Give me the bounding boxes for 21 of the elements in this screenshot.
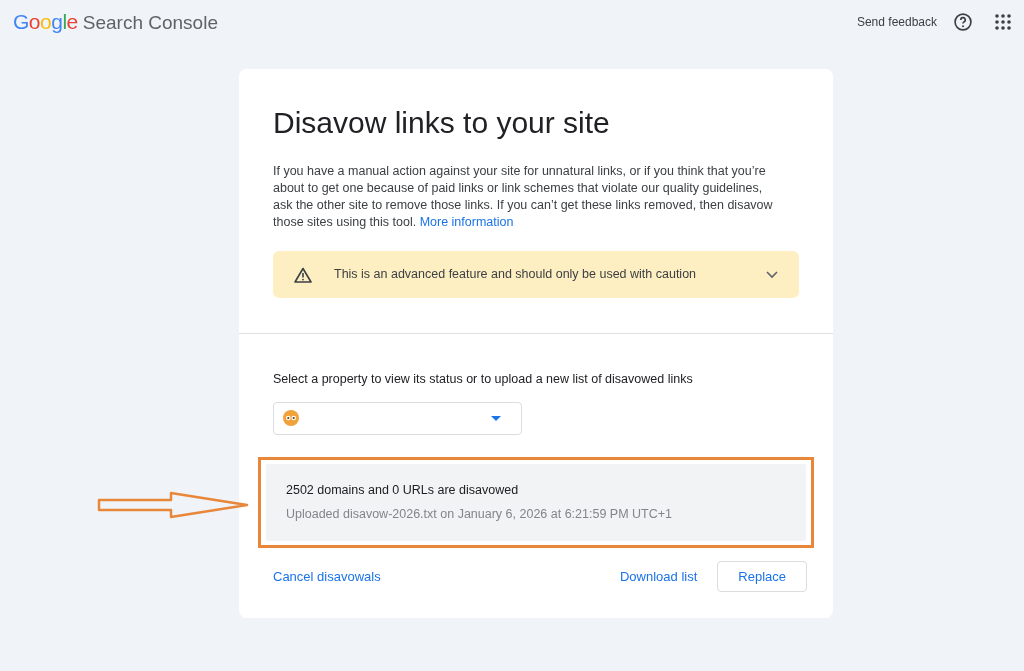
dropdown-arrow-icon <box>491 415 501 421</box>
warning-icon <box>294 266 312 283</box>
pointer-arrow-icon <box>97 491 249 519</box>
property-label: Select a property to view its status or to upload a new list of disavowed links <box>273 371 694 388</box>
upload-details: Uploaded disavow-2026.txt on January 6, 2026 at 6:21:59 PM UTC+1 <box>286 505 673 523</box>
site-favicon-icon <box>282 409 300 428</box>
caution-text: This is an advanced feature and should only be used with caution <box>334 266 698 284</box>
cancel-disavowals-link[interactable]: Cancel disavowals <box>265 558 389 595</box>
apps-grid-icon[interactable] <box>995 14 1011 30</box>
product-name: Search Console <box>82 11 218 36</box>
intro-paragraph: If you have a manual action against your site for unnatural links, or if you think that you’re about to get one because of paid links or link schemes that violate our quality guidelines, ask the other site to remove those links. If you can’t get these links removed, then disavow those sites using this tool. More information <box>273 163 774 231</box>
send-feedback-link[interactable]: Send feedback <box>856 13 937 31</box>
page-title: Disavow links to your site <box>273 105 611 141</box>
caution-banner[interactable]: This is an advanced feature and should only be used with caution <box>273 251 799 298</box>
expand-chevron-icon[interactable] <box>766 270 778 279</box>
replace-button[interactable]: Replace <box>717 561 807 592</box>
download-list-link[interactable]: Download list <box>611 558 706 595</box>
status-headline: 2502 domains and 0 URLs are disavowed <box>286 482 520 499</box>
google-logo: Google <box>13 9 78 36</box>
help-icon[interactable] <box>953 12 973 32</box>
more-information-link[interactable]: More information <box>419 215 514 229</box>
